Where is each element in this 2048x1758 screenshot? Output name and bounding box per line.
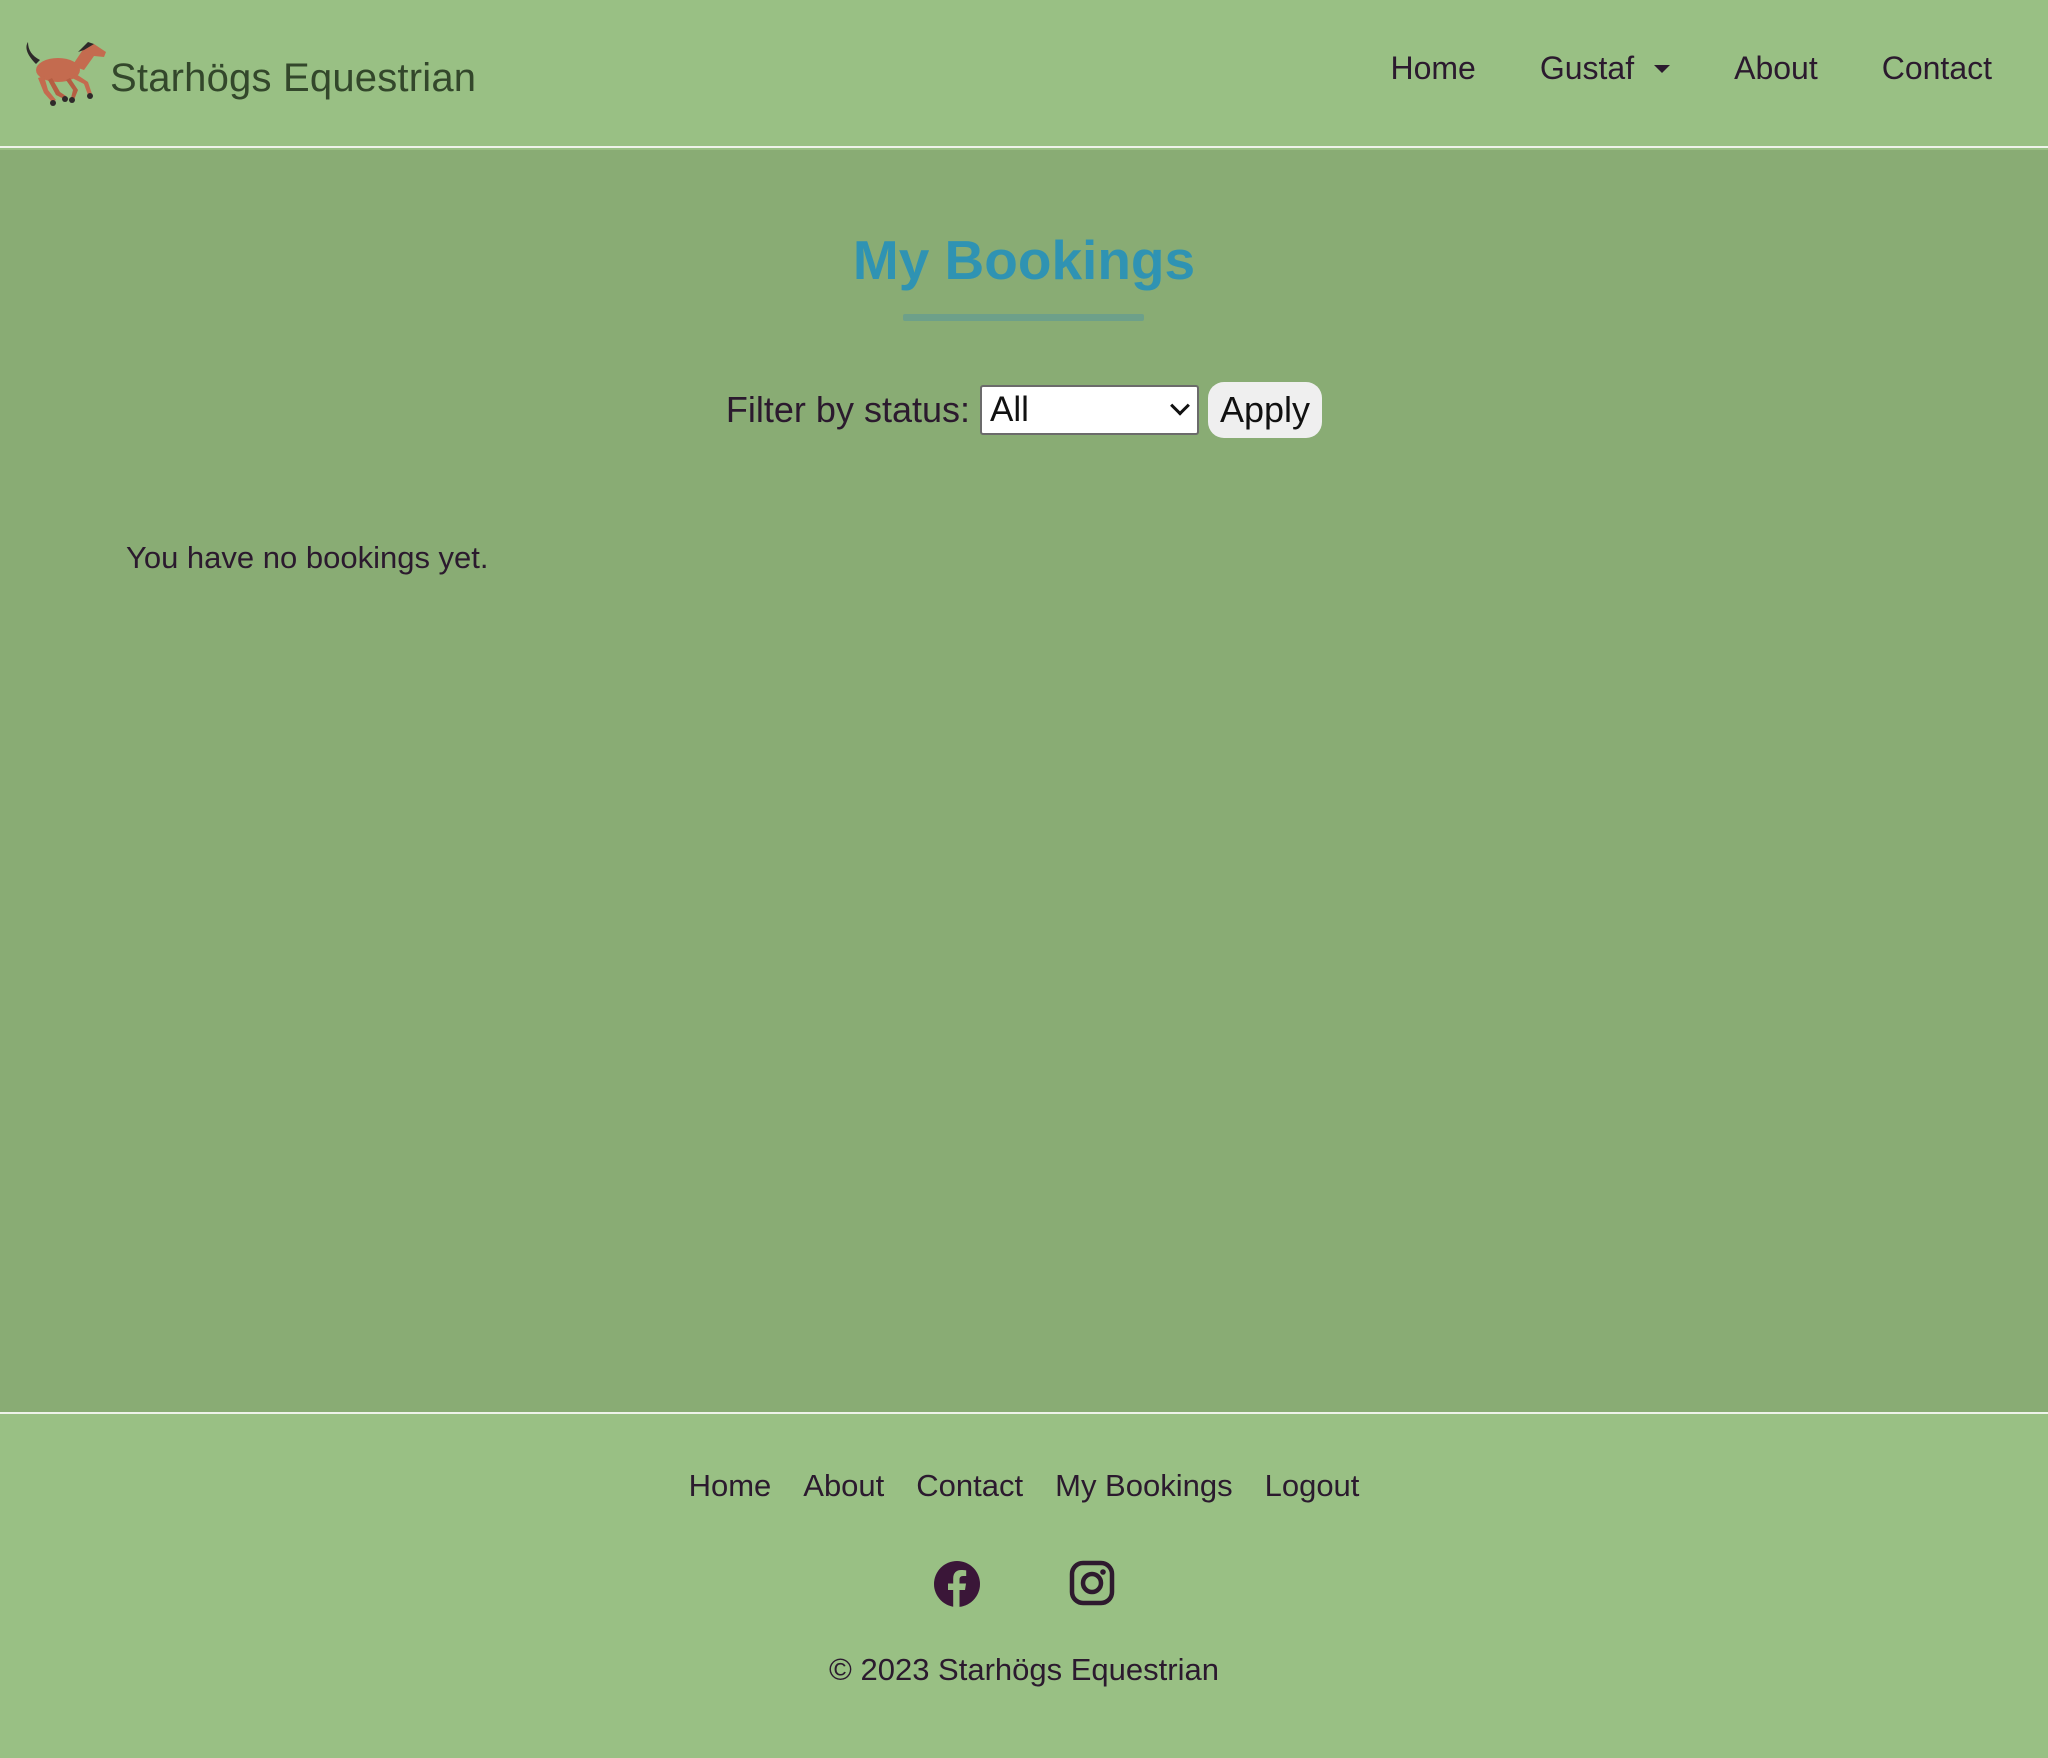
nav-contact-link[interactable]: Contact <box>1882 50 1992 87</box>
footer-nav: Home About Contact My Bookings Logout <box>0 1468 2048 1504</box>
main-nav: Home Gustaf About Contact <box>1326 50 1992 87</box>
footer-link-about[interactable]: About <box>803 1468 884 1504</box>
footer-link-home[interactable]: Home <box>689 1468 772 1504</box>
instagram-link[interactable] <box>1069 1560 1115 1613</box>
chevron-down-icon <box>1170 395 1190 416</box>
main-content: My Bookings Filter by status: All Apply … <box>0 150 2048 1412</box>
apply-button[interactable]: Apply <box>1208 382 1323 438</box>
copyright: © 2023 Starhögs Equestrian <box>829 1652 1219 1687</box>
footer-link-logout[interactable]: Logout <box>1265 1468 1360 1504</box>
status-select[interactable]: All <box>980 385 1199 435</box>
caret-down-icon <box>1654 64 1671 73</box>
social-links <box>0 1560 2048 1613</box>
footer: Home About Contact My Bookings Logout © … <box>0 1412 2048 1758</box>
status-select-value: All <box>990 390 1029 429</box>
brand-name: Starhögs Equestrian <box>110 55 477 100</box>
title-underline <box>903 314 1144 321</box>
footer-link-contact[interactable]: Contact <box>916 1468 1023 1504</box>
instagram-icon <box>1069 1560 1115 1606</box>
user-menu-label: Gustaf <box>1539 50 1635 86</box>
user-menu-dropdown[interactable]: Gustaf <box>1539 50 1671 87</box>
facebook-icon <box>934 1561 980 1607</box>
facebook-link[interactable] <box>933 1560 981 1613</box>
filter-label: Filter by status: <box>725 389 970 430</box>
navbar: Starhögs Equestrian Home Gustaf About Co… <box>0 0 2048 148</box>
empty-bookings-message: You have no bookings yet. <box>126 540 489 575</box>
galloping-horse-icon <box>26 42 106 106</box>
nav-home-link[interactable]: Home <box>1390 50 1475 87</box>
status-filter-form: Filter by status: All Apply <box>0 382 2048 438</box>
nav-about-link[interactable]: About <box>1734 50 1818 87</box>
brand-link[interactable]: Starhögs Equestrian <box>22 38 476 118</box>
page-title: My Bookings <box>852 229 1196 291</box>
footer-link-my-bookings[interactable]: My Bookings <box>1055 1468 1232 1504</box>
